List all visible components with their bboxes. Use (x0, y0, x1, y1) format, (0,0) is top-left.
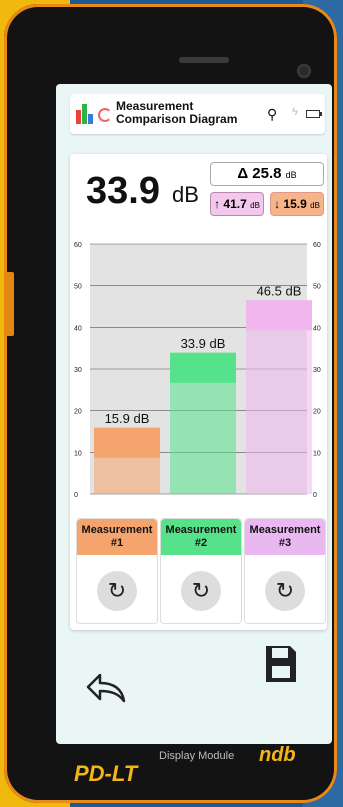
min-value-box: ↓ 15.9 dB (270, 192, 324, 216)
bar-value-label: 33.9 dB (181, 336, 226, 351)
bar (170, 352, 236, 383)
refresh-icon: ↻ (107, 578, 127, 603)
comparison-bar-chart: 0 0 10 10 20 20 30 30 40 40 50 50 60 60 15.9 dB 33.9 dB… (74, 242, 321, 499)
phone-device: Measurement Comparison Diagram ⚲ ϟ 33.9 … (4, 4, 337, 803)
speaker-grille (179, 57, 229, 63)
current-value: 33.9 (86, 170, 160, 212)
bar (94, 427, 160, 458)
app-logo-icon (76, 104, 94, 124)
location-pin-icon[interactable]: ⚲ (267, 106, 277, 123)
y-tick-right: 20 (313, 409, 321, 416)
battery-icon (306, 110, 322, 118)
measurement-card-2: Measurement #2 ↻ (160, 518, 242, 624)
app-screen: Measurement Comparison Diagram ⚲ ϟ 33.9 … (56, 84, 332, 744)
side-button[interactable] (4, 272, 14, 336)
min-value: 15.9 (283, 197, 307, 211)
up-arrow-icon: ↑ (214, 197, 221, 211)
measurement-1-label: Measurement #1 (77, 519, 157, 555)
y-tick-right: 10 (313, 450, 321, 457)
back-arrow-icon[interactable] (86, 669, 126, 703)
refresh-icon: ↻ (191, 578, 211, 603)
delta-unit: dB (285, 170, 297, 180)
refresh-spinner-icon (98, 108, 112, 122)
max-value-box: ↑ 41.7 dB (210, 192, 264, 216)
current-unit: dB (172, 182, 199, 207)
app-header: Measurement Comparison Diagram ⚲ ϟ (70, 94, 325, 134)
y-tick-right: 60 (313, 242, 321, 249)
refresh-icon: ↻ (275, 578, 295, 603)
comparison-panel: 33.9 dB Δ 25.8 dB ↑ 41.7 dB ↓ 15.9 dB 00… (70, 154, 327, 630)
min-unit: dB (310, 201, 320, 210)
y-tick-left: 50 (74, 284, 82, 291)
page-title: Measurement Comparison Diagram (116, 99, 238, 126)
reset-measurement-3-button[interactable]: ↻ (265, 571, 305, 611)
y-tick-left: 60 (74, 242, 82, 249)
measurement-card-1: Measurement #1 ↻ (76, 518, 158, 624)
max-unit: dB (250, 201, 260, 210)
delta-symbol: Δ (237, 165, 249, 182)
reset-measurement-1-button[interactable]: ↻ (97, 571, 137, 611)
measurement-2-label: Measurement #2 (161, 519, 241, 555)
down-arrow-icon: ↓ (274, 197, 281, 211)
module-label: Display Module (159, 750, 235, 762)
y-tick-right: 40 (313, 325, 321, 332)
charging-icon: ϟ (292, 106, 298, 118)
brand-logo: ndb (259, 744, 296, 766)
y-tick-right: 30 (313, 367, 321, 374)
y-tick-left: 40 (74, 325, 82, 332)
y-tick-left: 20 (74, 409, 82, 416)
y-tick-right: 50 (313, 284, 321, 291)
measurement-card-3: Measurement #3 ↻ (244, 518, 326, 624)
bar-value-label: 15.9 dB (105, 411, 150, 426)
model-name: PD-LT (74, 761, 138, 786)
delta-box: Δ 25.8 dB (210, 162, 324, 186)
max-value: 41.7 (223, 197, 247, 211)
y-tick-left: 10 (74, 450, 82, 457)
y-tick-left: 0 (74, 492, 78, 499)
front-camera (299, 66, 309, 76)
save-icon[interactable] (264, 644, 298, 684)
y-tick-right: 0 (313, 492, 317, 499)
measurement-3-label: Measurement #3 (245, 519, 325, 555)
reset-measurement-2-button[interactable]: ↻ (181, 571, 221, 611)
bar (246, 300, 312, 331)
y-tick-left: 30 (74, 367, 82, 374)
delta-value: 25.8 (252, 165, 282, 182)
bar-value-label: 46.5 dB (257, 283, 302, 298)
